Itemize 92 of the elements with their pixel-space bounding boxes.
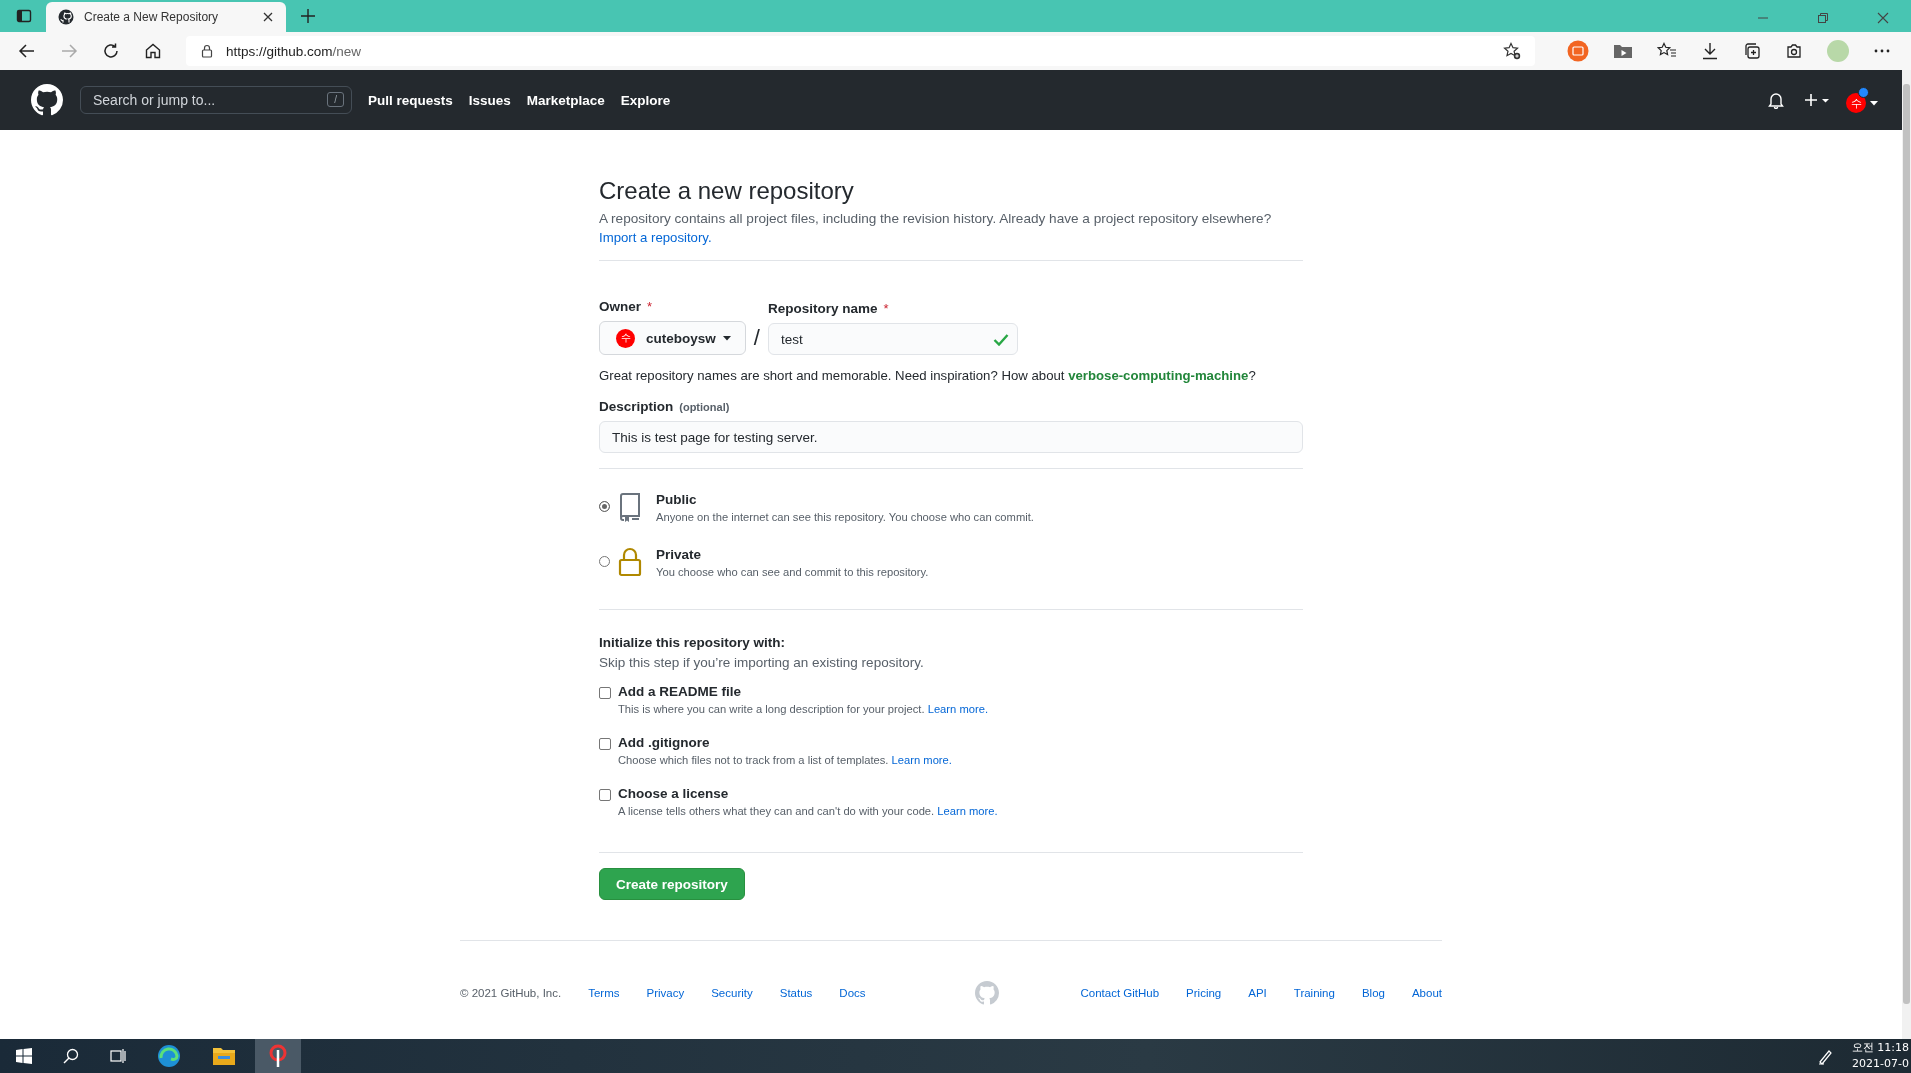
back-arrow-icon[interactable] bbox=[18, 42, 36, 60]
owner-dropdown[interactable]: 수 cuteboysw bbox=[599, 321, 746, 355]
caret-icon bbox=[722, 335, 731, 341]
star-plus-icon[interactable] bbox=[1503, 42, 1521, 60]
visibility-option-note: Anyone on the internet can see this repository. You choose who can commit. bbox=[656, 511, 1034, 523]
suggested-name-link[interactable]: verbose-computing-machine bbox=[1068, 368, 1249, 383]
clock-date: 2021-07-0 bbox=[1852, 1057, 1909, 1071]
description-field[interactable]: This is test page for testing server. bbox=[599, 421, 1303, 453]
option-note: A license tells others what they can and can't do with your code. Learn more. bbox=[618, 805, 998, 817]
option-note: This is where you can write a long description for your project. Learn more. bbox=[618, 703, 988, 715]
footer-link[interactable]: Training bbox=[1293, 987, 1335, 999]
extension-icon[interactable] bbox=[1567, 40, 1589, 62]
nav-link[interactable]: Explore bbox=[620, 92, 671, 108]
checkbox[interactable] bbox=[599, 789, 611, 801]
url-text: https://github.com/new bbox=[226, 43, 362, 59]
visibility-option-note: You choose who can see and commit to this repository. bbox=[656, 566, 929, 578]
path-separator: / bbox=[753, 325, 760, 352]
option-note: Choose which files not to track from a list of templates. Learn more. bbox=[618, 754, 952, 766]
user-avatar: 수 bbox=[1846, 93, 1866, 113]
folder-icon[interactable] bbox=[212, 1046, 236, 1066]
footer-link[interactable]: Pricing bbox=[1186, 987, 1222, 999]
page-title: Create a new repository bbox=[599, 177, 854, 205]
windows-start-icon[interactable] bbox=[16, 1048, 32, 1064]
footer-link[interactable]: Terms bbox=[588, 987, 620, 999]
footer-link[interactable]: Status bbox=[779, 987, 813, 999]
create-repository-button[interactable]: Create repository bbox=[599, 868, 745, 900]
home-icon[interactable] bbox=[144, 42, 162, 60]
footer-link[interactable]: API bbox=[1248, 987, 1267, 999]
new-tab-icon[interactable] bbox=[300, 8, 316, 24]
footer-link[interactable]: Security bbox=[711, 987, 753, 999]
caret-icon bbox=[1870, 100, 1878, 106]
nav-link[interactable]: Pull requests bbox=[368, 92, 453, 108]
option-label: Add a README file bbox=[618, 684, 742, 699]
plus-dropdown-icon[interactable] bbox=[1804, 92, 1830, 108]
footer-link[interactable]: Privacy bbox=[646, 987, 685, 999]
repository-name-label: Repository name bbox=[767, 301, 878, 316]
intro-text: A repository contains all project files, including the revision history. Already have a project repository elsewhere? bbox=[599, 211, 1272, 226]
option-label: Add .gitignore bbox=[618, 735, 711, 750]
clock-time: 오전 11:18 bbox=[1851, 1041, 1909, 1055]
search-icon[interactable] bbox=[63, 1048, 79, 1064]
footer-link[interactable]: About bbox=[1411, 987, 1442, 999]
section-heading: Initialize this repository with: bbox=[599, 635, 786, 650]
option-label: Choose a license bbox=[618, 786, 730, 801]
learn-more-link[interactable]: Learn more. bbox=[891, 754, 952, 766]
scrollbar[interactable] bbox=[1902, 70, 1911, 1039]
user-menu[interactable]: 수 bbox=[1846, 87, 1878, 113]
owner-label: Owner bbox=[599, 299, 641, 314]
octocat-icon bbox=[58, 9, 74, 25]
download-icon[interactable] bbox=[1701, 42, 1719, 60]
padlock-icon bbox=[618, 547, 642, 577]
footer-link[interactable]: Docs bbox=[839, 987, 866, 999]
optional-note: (optional) bbox=[679, 401, 730, 413]
learn-more-link[interactable]: Learn more. bbox=[927, 703, 988, 715]
keyboard-shortcut-hint: / bbox=[327, 92, 344, 107]
close-icon[interactable] bbox=[262, 11, 274, 23]
active-app-button[interactable] bbox=[255, 1039, 301, 1073]
github-logo-icon[interactable] bbox=[31, 84, 63, 116]
app-icon bbox=[267, 1044, 289, 1068]
browser-tab[interactable]: Create a New Repository bbox=[46, 2, 286, 32]
collections-icon[interactable] bbox=[1743, 42, 1761, 60]
restore-icon[interactable] bbox=[1817, 12, 1829, 24]
required-mark: * bbox=[647, 299, 653, 314]
radio-button[interactable] bbox=[599, 501, 610, 512]
visibility-option-label: Public bbox=[656, 492, 698, 507]
name-hint-text: Great repository names are short and memorable. Need inspiration? How about verbose-computing-machine? bbox=[599, 368, 1256, 383]
tab-actions-icon[interactable] bbox=[16, 8, 32, 24]
repository-name-field[interactable]: test bbox=[767, 323, 1018, 355]
reload-icon[interactable] bbox=[102, 42, 120, 60]
nav-link[interactable]: Marketplace bbox=[526, 92, 605, 108]
description-label: Description bbox=[599, 399, 674, 414]
footer-link[interactable]: Contact GitHub bbox=[1080, 987, 1160, 999]
import-link[interactable]: Import a repository. bbox=[599, 230, 712, 245]
notification-dot bbox=[1858, 87, 1869, 98]
footer-link[interactable]: Blog bbox=[1361, 987, 1385, 999]
required-mark: * bbox=[883, 301, 889, 316]
section-note: Skip this step if you’re importing an existing repository. bbox=[599, 655, 924, 670]
radio-button[interactable] bbox=[599, 556, 610, 567]
nav-link[interactable]: Issues bbox=[468, 92, 511, 108]
learn-more-link[interactable]: Learn more. bbox=[937, 805, 998, 817]
folder-play-icon[interactable] bbox=[1613, 42, 1633, 60]
favorites-icon[interactable] bbox=[1657, 42, 1677, 60]
browser-essentials-icon[interactable] bbox=[1785, 42, 1803, 60]
checkbox[interactable] bbox=[599, 687, 611, 699]
copyright-text: © 2021 GitHub, Inc. bbox=[460, 987, 562, 999]
browser-app-icon[interactable] bbox=[157, 1044, 181, 1068]
address-bar[interactable]: https://github.com/new bbox=[186, 36, 1535, 66]
bell-icon[interactable] bbox=[1768, 91, 1784, 109]
repository-book-icon bbox=[618, 492, 642, 522]
checkbox[interactable] bbox=[599, 738, 611, 750]
lock-icon bbox=[200, 44, 214, 58]
visibility-option-label: Private bbox=[656, 547, 703, 562]
task-view-icon[interactable] bbox=[110, 1048, 126, 1064]
